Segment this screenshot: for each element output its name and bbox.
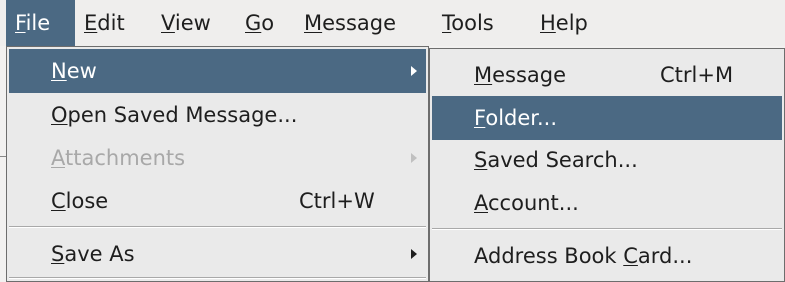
submenu-arrow-icon <box>411 249 417 259</box>
menu-go[interactable]: Go <box>245 0 274 46</box>
menu-message[interactable]: Message <box>304 0 396 46</box>
submenu-arrow-icon <box>411 66 417 76</box>
menu-tools-label: Tools <box>442 11 494 35</box>
submenu-arrow-icon <box>411 153 417 163</box>
menu-file[interactable]: File <box>6 0 75 46</box>
menu-help[interactable]: Help <box>540 0 588 46</box>
new-submenu-item-folder-label: Folder... <box>474 106 558 130</box>
file-menu-item-open-saved-message[interactable]: Open Saved Message... <box>9 93 426 137</box>
new-submenu-item-account[interactable]: Account... <box>432 181 782 225</box>
menu-edit[interactable]: Edit <box>84 0 125 46</box>
new-submenu-item-message-label: Message <box>474 63 567 87</box>
menu-view[interactable]: View <box>161 0 211 46</box>
file-menu-item-save-as-label: Save As <box>51 242 135 266</box>
file-menu-item-attachments[interactable]: Attachments <box>9 136 426 180</box>
menu-message-label: Message <box>304 11 397 35</box>
menu-view-label: View <box>161 11 211 35</box>
file-menu-item-attachments-label: Attachments <box>51 146 186 170</box>
menu-go-label: Go <box>245 11 275 35</box>
menu-separator <box>9 226 426 228</box>
file-menu-item-new-label: New <box>51 59 97 83</box>
file-menu: New Open Saved Message... Attachments Cl… <box>6 46 429 282</box>
menu-edit-label: Edit <box>84 11 125 35</box>
file-menu-item-close[interactable]: Close Ctrl+W <box>9 179 426 223</box>
menu-bar: File Edit View Go Message Tools Help <box>0 0 785 46</box>
menu-help-label: Help <box>540 11 588 35</box>
file-menu-item-close-shortcut: Ctrl+W <box>299 189 375 213</box>
new-submenu: Message Ctrl+M Folder... Saved Search...… <box>429 48 785 282</box>
new-submenu-item-message[interactable]: Message Ctrl+M <box>432 53 782 97</box>
new-submenu-item-message-shortcut: Ctrl+M <box>660 63 734 87</box>
file-menu-item-save-as[interactable]: Save As <box>9 232 426 276</box>
menu-tools[interactable]: Tools <box>442 0 494 46</box>
file-menu-item-open-saved-message-label: Open Saved Message... <box>51 103 298 127</box>
new-submenu-item-account-label: Account... <box>474 191 579 215</box>
file-menu-item-close-label: Close <box>51 189 109 213</box>
menu-file-label: File <box>15 11 51 35</box>
new-submenu-item-address-book-card[interactable]: Address Book Card... <box>432 234 782 278</box>
new-submenu-item-address-book-card-label: Address Book Card... <box>474 244 693 268</box>
new-submenu-item-folder[interactable]: Folder... <box>432 96 782 140</box>
new-submenu-item-saved-search-label: Saved Search... <box>474 148 638 172</box>
menu-separator <box>432 228 782 230</box>
file-menu-item-new[interactable]: New <box>9 49 426 93</box>
menu-separator <box>9 277 426 279</box>
new-submenu-item-saved-search[interactable]: Saved Search... <box>432 138 782 182</box>
